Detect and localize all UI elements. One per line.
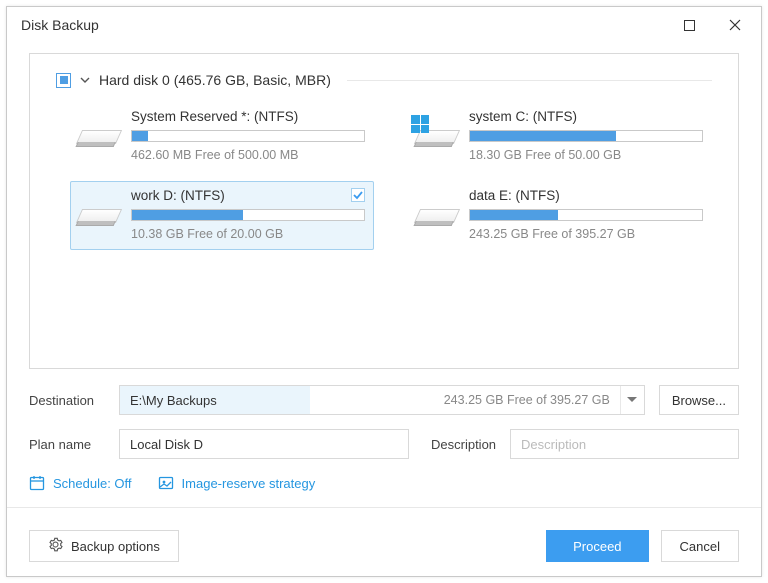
plan-name-label: Plan name [29, 437, 105, 452]
calendar-icon [29, 475, 45, 491]
backup-options-label: Backup options [71, 539, 160, 554]
partition-item[interactable]: System Reserved *: (NTFS) 462.60 MB Free … [70, 102, 374, 171]
usage-bar [131, 209, 365, 221]
image-reserve-link-label: Image-reserve strategy [182, 476, 316, 491]
destination-row: Destination E:\My Backups 243.25 GB Free… [29, 385, 739, 415]
partition-free-text: 18.30 GB Free of 50.00 GB [469, 148, 703, 162]
destination-field[interactable]: E:\My Backups 243.25 GB Free of 395.27 G… [119, 385, 645, 415]
close-button[interactable] [712, 9, 757, 41]
partition-name: work D: (NTFS) [131, 188, 365, 203]
partition-item[interactable]: system C: (NTFS) 18.30 GB Free of 50.00 G… [408, 102, 712, 171]
usage-bar [469, 209, 703, 221]
partition-free-text: 462.60 MB Free of 500.00 MB [131, 148, 365, 162]
options-links-row: Schedule: Off Image-reserve strategy [29, 475, 739, 491]
chevron-down-icon[interactable] [79, 74, 91, 89]
destination-dropdown-icon[interactable] [620, 386, 644, 414]
disk-icon [417, 200, 457, 228]
footer-divider [7, 507, 761, 508]
schedule-link-label: Schedule: Off [53, 476, 132, 491]
description-input[interactable] [510, 429, 739, 459]
partition-name: system C: (NTFS) [469, 109, 703, 124]
header-divider [347, 80, 712, 81]
gear-icon [48, 537, 63, 555]
partition-name: System Reserved *: (NTFS) [131, 109, 365, 124]
disk-icon [79, 200, 119, 228]
content-area: Hard disk 0 (465.76 GB, Basic, MBR) Syst… [7, 43, 761, 518]
backup-options-button[interactable]: Backup options [29, 530, 179, 562]
partition-name: data E: (NTFS) [469, 188, 703, 203]
disk-title: Hard disk 0 (465.76 GB, Basic, MBR) [99, 72, 331, 88]
window-title: Disk Backup [21, 17, 667, 33]
partition-item[interactable]: work D: (NTFS) 10.38 GB Free of 20.00 GB [70, 181, 374, 250]
usage-bar [131, 130, 365, 142]
disk-icon [79, 121, 119, 149]
footer-bar: Backup options Proceed Cancel [7, 518, 761, 576]
partition-item[interactable]: data E: (NTFS) 243.25 GB Free of 395.27 G… [408, 181, 712, 250]
plan-description-row: Plan name Description [29, 429, 739, 459]
disk-checkbox-indeterminate[interactable] [56, 73, 71, 88]
plan-name-input[interactable] [119, 429, 409, 459]
title-bar: Disk Backup [7, 7, 761, 43]
browse-button-label: Browse... [672, 393, 726, 408]
browse-button[interactable]: Browse... [659, 385, 739, 415]
maximize-button[interactable] [667, 9, 712, 41]
windows-logo-icon [411, 115, 429, 133]
partition-grid: System Reserved *: (NTFS) 462.60 MB Free … [56, 102, 712, 250]
destination-free-text: 243.25 GB Free of 395.27 GB [434, 393, 620, 407]
proceed-button-label: Proceed [573, 539, 621, 554]
cancel-button-label: Cancel [680, 539, 720, 554]
image-reserve-link[interactable]: Image-reserve strategy [158, 475, 316, 491]
destination-path: E:\My Backups [120, 386, 310, 414]
disk-list-panel: Hard disk 0 (465.76 GB, Basic, MBR) Syst… [29, 53, 739, 369]
description-label: Description [431, 437, 496, 452]
partition-free-text: 10.38 GB Free of 20.00 GB [131, 227, 365, 241]
disk-header-row[interactable]: Hard disk 0 (465.76 GB, Basic, MBR) [56, 72, 712, 88]
usage-bar [469, 130, 703, 142]
partition-checkbox[interactable] [351, 188, 365, 202]
cancel-button[interactable]: Cancel [661, 530, 739, 562]
schedule-link[interactable]: Schedule: Off [29, 475, 132, 491]
image-icon [158, 475, 174, 491]
destination-label: Destination [29, 393, 105, 408]
partition-free-text: 243.25 GB Free of 395.27 GB [469, 227, 703, 241]
proceed-button[interactable]: Proceed [546, 530, 648, 562]
disk-backup-window: Disk Backup Hard disk 0 (465.76 GB, Basi… [6, 6, 762, 577]
disk-icon [417, 121, 457, 149]
